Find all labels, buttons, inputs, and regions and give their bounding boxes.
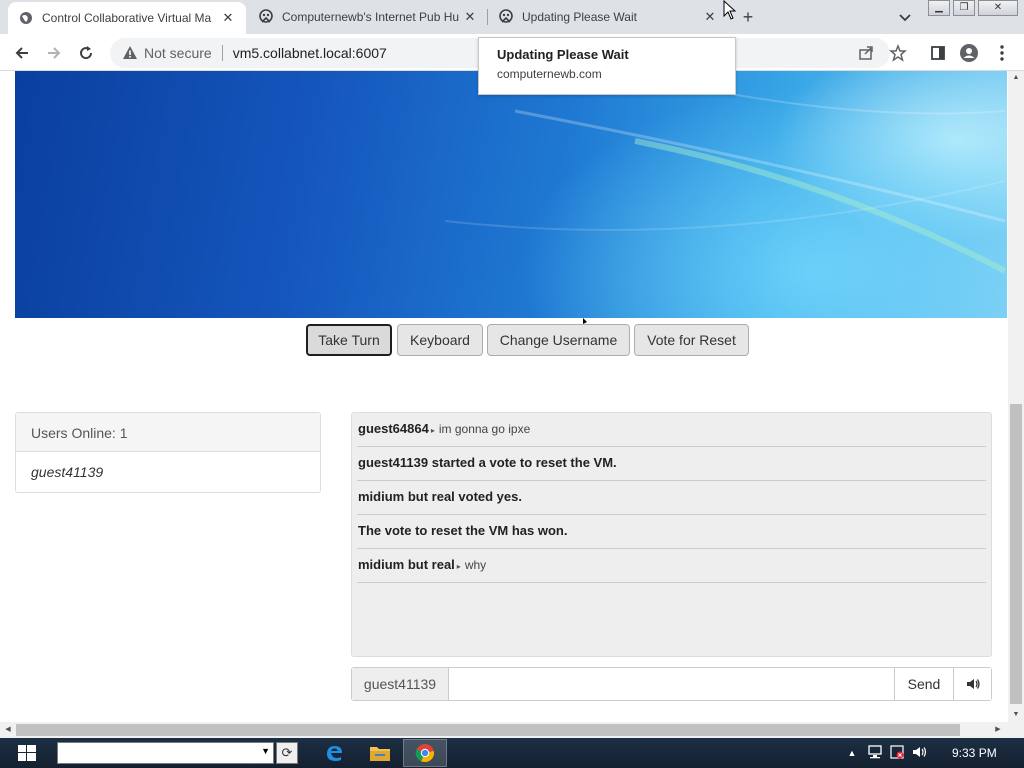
- chat-text: im gonna go ipxe: [438, 422, 531, 436]
- bookmark-star-icon[interactable]: [886, 41, 910, 65]
- tab-title: Computernewb's Internet Pub Hu: [282, 10, 460, 24]
- users-online-panel: Users Online: 1 guest41139: [15, 412, 321, 493]
- chat-system-message: The vote to reset the VM has won.: [357, 515, 986, 549]
- close-tab-icon[interactable]: ✕: [220, 10, 236, 26]
- warning-triangle-icon[interactable]: [122, 45, 138, 61]
- close-tab-icon[interactable]: ✕: [702, 9, 718, 25]
- taskbar-clock[interactable]: 9:33 PM: [952, 746, 997, 760]
- vertical-scrollbar[interactable]: ▲ ▼: [1008, 71, 1024, 722]
- change-username-button[interactable]: Change Username: [487, 324, 630, 356]
- forward-arrow-icon[interactable]: [42, 41, 66, 65]
- browser-menu-icon[interactable]: [990, 41, 1014, 65]
- dropdown-arrow-icon[interactable]: ▼: [261, 746, 270, 756]
- volume-tray-icon[interactable]: [912, 745, 928, 762]
- windows-start-icon[interactable]: [18, 745, 36, 761]
- hover-card-host: computernewb.com: [497, 67, 602, 81]
- globe-icon: [18, 10, 34, 26]
- back-arrow-icon[interactable]: [10, 41, 34, 65]
- chat-arrow-icon: ▸: [456, 562, 461, 571]
- chrome-icon[interactable]: [403, 739, 447, 767]
- chat-message: midium but real ▸ why: [357, 549, 986, 583]
- keyboard-button[interactable]: Keyboard: [397, 324, 483, 356]
- chat-username: guest64864: [358, 421, 429, 436]
- restore-window-icon[interactable]: ❐: [953, 0, 975, 16]
- chat-input-group: guest41139 Send: [351, 667, 992, 701]
- mouse-pointer-icon: [723, 0, 737, 23]
- system-text: guest41139 started a vote to reset the V…: [358, 455, 617, 470]
- site-logo-icon: [258, 9, 274, 25]
- tab-updating-please-wait[interactable]: Updating Please Wait ✕: [488, 0, 728, 34]
- tab-strip: Control Collaborative Virtual Ma ✕ Compu…: [0, 0, 1024, 34]
- vm-cursor-icon: [583, 312, 589, 324]
- tab-title: Updating Please Wait: [522, 10, 637, 24]
- chat-text: why: [464, 558, 487, 572]
- url-text[interactable]: vm5.collabnet.local:6007: [233, 45, 387, 61]
- profile-avatar-icon[interactable]: [957, 41, 981, 65]
- network-icon[interactable]: [866, 744, 884, 762]
- system-tray: ▲ 9:33 PM: [846, 738, 997, 768]
- volume-icon[interactable]: [953, 668, 991, 700]
- chat-message-input[interactable]: [449, 668, 894, 700]
- chat-system-message: midium but real voted yes.: [357, 481, 986, 515]
- chat-message: guest64864 ▸ im gonna go ipxe: [357, 413, 986, 447]
- taskbar-refresh-icon[interactable]: ⟳: [276, 742, 298, 764]
- system-text: midium but real voted yes.: [358, 489, 522, 504]
- vertical-scroll-thumb[interactable]: [1010, 404, 1022, 704]
- page-content: Take Turn Keyboard Change Username Vote …: [0, 71, 1008, 722]
- close-window-icon[interactable]: ✕: [978, 0, 1018, 16]
- tab-title: Control Collaborative Virtual Ma: [42, 11, 212, 25]
- vm-controls: Take Turn Keyboard Change Username Vote …: [0, 324, 1008, 356]
- vote-reset-button[interactable]: Vote for Reset: [634, 324, 749, 356]
- edge-icon[interactable]: [312, 739, 356, 767]
- close-tab-icon[interactable]: ✕: [462, 9, 478, 25]
- tab-hover-card: Updating Please Wait computernewb.com: [478, 37, 736, 95]
- send-button[interactable]: Send: [894, 668, 953, 700]
- scroll-up-arrow-icon[interactable]: ▲: [1008, 71, 1024, 85]
- chat-system-message: guest41139 started a vote to reset the V…: [357, 447, 986, 481]
- action-center-alert-icon[interactable]: [890, 744, 904, 762]
- show-hidden-icons-icon[interactable]: ▲: [846, 748, 858, 758]
- reload-icon[interactable]: [74, 41, 98, 65]
- security-label[interactable]: Not secure: [144, 45, 212, 61]
- windows-taskbar: ▼ ⟳ ▲ 9:33 PM: [0, 738, 1024, 768]
- tab-computernewb-pub[interactable]: Computernewb's Internet Pub Hu ✕: [248, 0, 488, 34]
- users-online-header: Users Online: 1: [16, 413, 320, 452]
- scroll-down-arrow-icon[interactable]: ▼: [1008, 708, 1024, 722]
- horizontal-scrollbar[interactable]: ◀ ▶: [0, 722, 1024, 738]
- share-icon[interactable]: [854, 41, 878, 65]
- wallpaper-swirl: [444, 90, 1007, 274]
- user-list-item[interactable]: guest41139: [16, 452, 320, 492]
- tab-control-collaborative[interactable]: Control Collaborative Virtual Ma ✕: [8, 2, 246, 34]
- taskbar-address-box[interactable]: ▼: [57, 742, 274, 764]
- minimize-window-icon[interactable]: ▁: [928, 0, 950, 16]
- vm-display[interactable]: [15, 71, 1007, 324]
- chat-username: midium but real: [358, 557, 455, 572]
- system-text: The vote to reset the VM has won.: [358, 523, 568, 538]
- scroll-right-arrow-icon[interactable]: ▶: [990, 722, 1006, 738]
- scroll-left-arrow-icon[interactable]: ◀: [0, 722, 16, 738]
- chat-arrow-icon: ▸: [430, 426, 435, 435]
- horizontal-scroll-thumb[interactable]: [16, 724, 960, 736]
- side-panel-icon[interactable]: [926, 41, 950, 65]
- take-turn-button[interactable]: Take Turn: [306, 324, 392, 356]
- address-divider: [221, 45, 223, 61]
- file-explorer-icon[interactable]: [358, 739, 402, 767]
- hover-card-title: Updating Please Wait: [497, 47, 629, 62]
- chat-log[interactable]: guest64864 ▸ im gonna go ipxe guest41139 s…: [351, 412, 992, 657]
- chat-username-label: guest41139: [352, 668, 449, 700]
- tab-search-chevron-icon[interactable]: [896, 8, 914, 26]
- site-logo-icon: [498, 9, 514, 25]
- new-tab-button[interactable]: +: [738, 7, 758, 27]
